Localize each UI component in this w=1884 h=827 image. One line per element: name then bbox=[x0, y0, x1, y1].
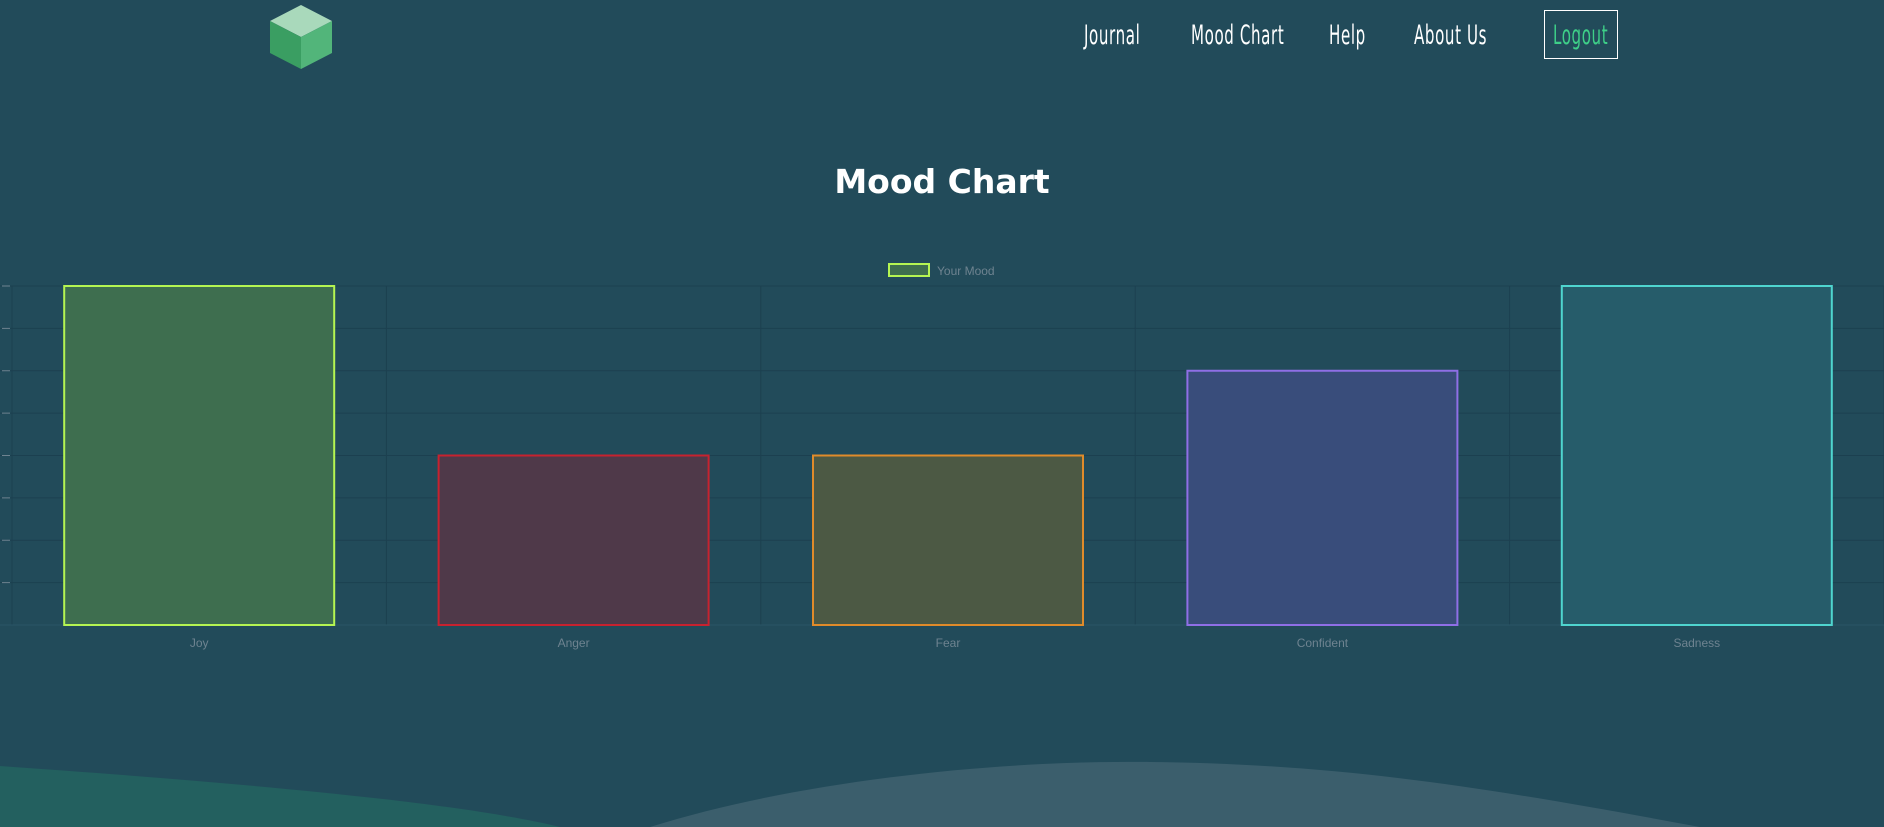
bar-fear bbox=[812, 454, 1084, 626]
bar-anger bbox=[437, 454, 710, 626]
legend-swatch bbox=[888, 263, 930, 277]
nav-link-journal[interactable]: Journal bbox=[1084, 14, 1140, 58]
nav-link-about-us[interactable]: About Us bbox=[1414, 14, 1487, 58]
nav-link-mood-chart[interactable]: Mood Chart bbox=[1191, 14, 1284, 58]
logout-label[interactable]: Logout bbox=[1553, 14, 1608, 58]
x-tick-label: Confident bbox=[1297, 636, 1349, 650]
legend-label: Your Mood bbox=[937, 264, 995, 278]
x-tick-label: Sadness bbox=[1673, 636, 1720, 650]
page-title: Mood Chart bbox=[834, 162, 1050, 201]
bar-joy bbox=[63, 285, 336, 626]
bar-confident bbox=[1186, 369, 1459, 626]
main-nav: Journal Mood Chart Help About Us Logout bbox=[0, 0, 1884, 72]
x-tick-label: Anger bbox=[558, 636, 590, 650]
x-tick-label: Fear bbox=[936, 636, 961, 650]
bar-sadness bbox=[1560, 285, 1833, 626]
nav-link-help[interactable]: Help bbox=[1329, 14, 1366, 58]
x-tick-label: Joy bbox=[190, 636, 209, 650]
decorative-wave bbox=[0, 761, 1700, 827]
mood-bar-chart: Joy Anger Fear Confident Sadness Your Mood bbox=[0, 263, 1884, 650]
